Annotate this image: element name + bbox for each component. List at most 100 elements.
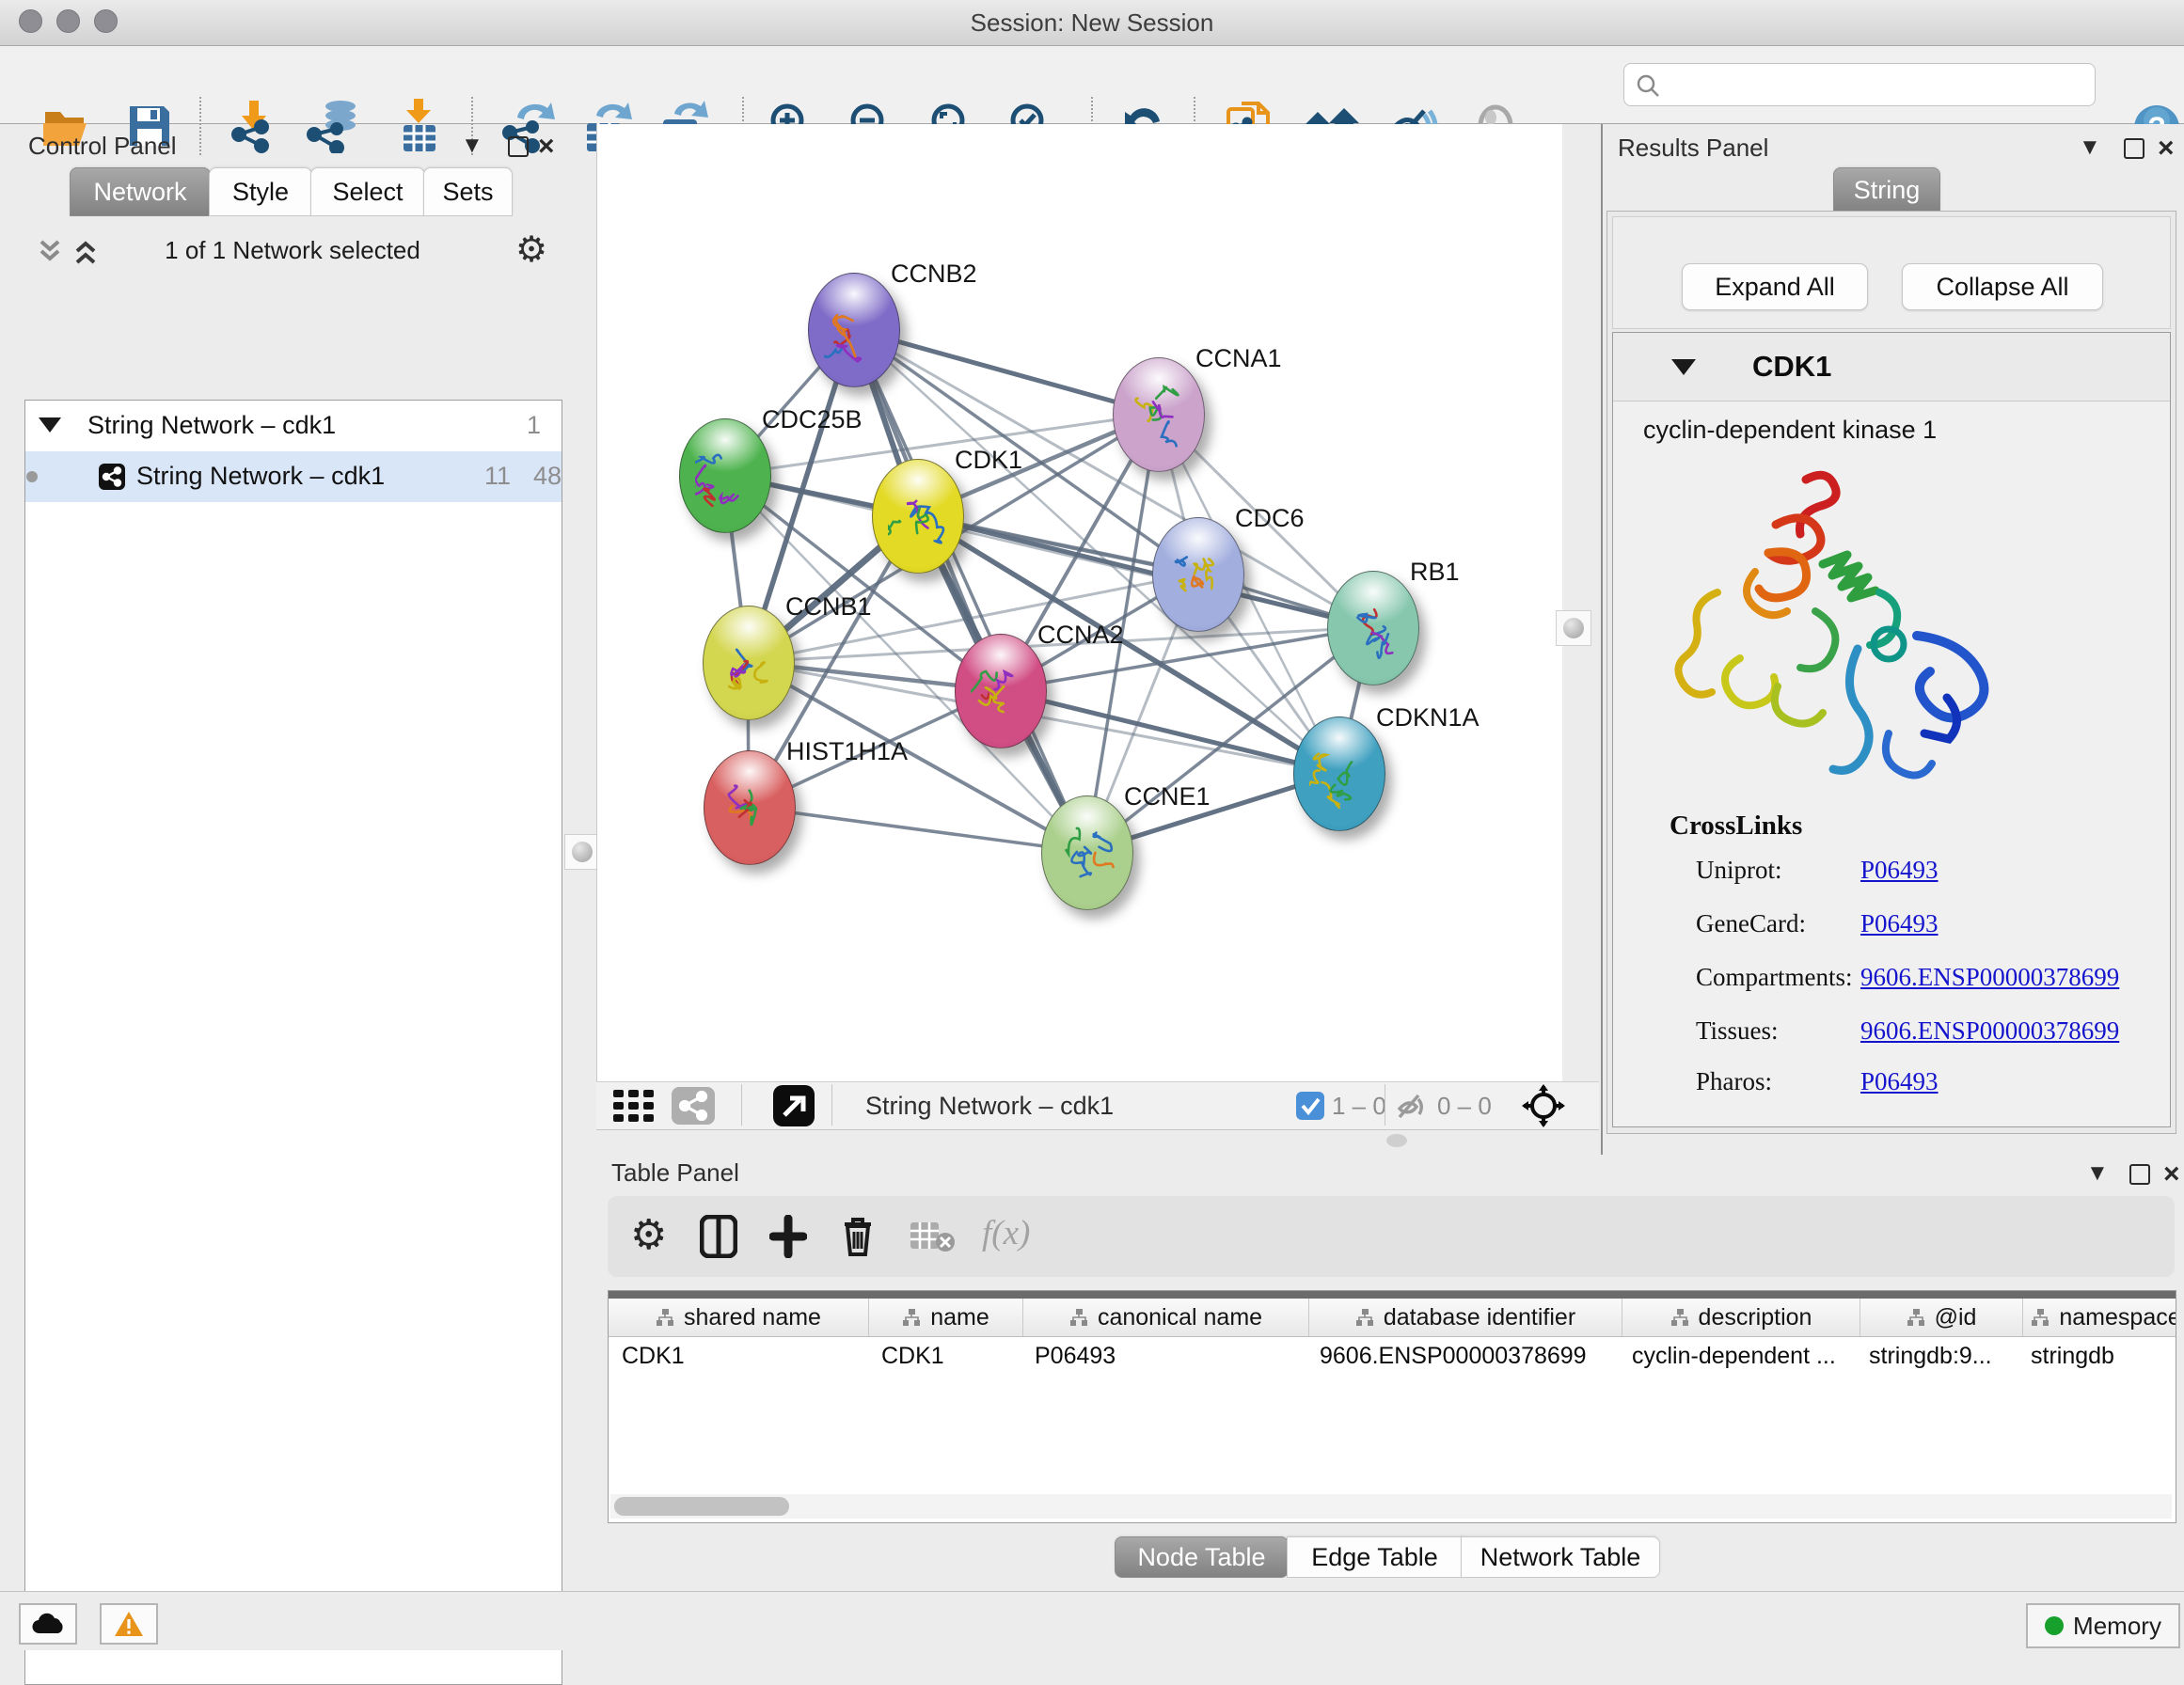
tissues-link[interactable]: 9606.ENSP00000378699: [1860, 1016, 2119, 1046]
birdseye-grid-icon[interactable]: [613, 1090, 657, 1122]
column-header-namespace[interactable]: namespace: [2023, 1299, 2176, 1336]
protein-node-cdkn1a[interactable]: [1293, 717, 1385, 831]
tree-expander-icon[interactable]: [39, 417, 61, 433]
table-panel-close-icon[interactable]: ×: [2163, 1158, 2180, 1190]
crosslink-row: Compartments:9606.ENSP00000378699: [1613, 963, 2170, 1016]
search-icon: [1636, 73, 1660, 98]
network-tree: String Network – cdk1 1 String Network –…: [24, 400, 562, 1685]
column-type-icon: [1670, 1308, 1689, 1327]
table-cell[interactable]: CDK1: [609, 1337, 868, 1375]
column-header-sharedname[interactable]: shared name: [609, 1299, 869, 1336]
search-input[interactable]: [1670, 67, 2087, 102]
tab-edge-table[interactable]: Edge Table: [1287, 1536, 1463, 1578]
network-tree-item-row[interactable]: String Network – cdk1 11 48: [25, 451, 562, 502]
network-share-icon[interactable]: [672, 1087, 715, 1125]
protein-node-ccna1[interactable]: [1113, 357, 1205, 472]
control-panel-close-icon[interactable]: ×: [538, 131, 555, 163]
protein-node-ccne1[interactable]: [1041, 795, 1133, 910]
genecard-link[interactable]: P06493: [1860, 909, 1939, 938]
delete-column-icon[interactable]: [839, 1213, 877, 1258]
column-header-canonicalname[interactable]: canonical name: [1023, 1299, 1309, 1336]
tab-string[interactable]: String: [1833, 167, 1940, 213]
control-panel-float-icon[interactable]: [508, 136, 529, 157]
table-cell[interactable]: cyclin-dependent ...: [1619, 1337, 1856, 1375]
add-column-icon[interactable]: [769, 1215, 807, 1258]
protein-node-ccnb1[interactable]: [703, 606, 795, 720]
table-panel-menu-icon[interactable]: ▼: [2086, 1160, 2109, 1187]
warning-status-button[interactable]: [100, 1603, 158, 1645]
protein-node-rb1[interactable]: [1327, 571, 1419, 685]
results-panel-float-icon[interactable]: [2124, 138, 2144, 159]
column-header-id[interactable]: @id: [1860, 1299, 2023, 1336]
column-header-description[interactable]: description: [1622, 1299, 1860, 1336]
column-type-icon: [2031, 1308, 2049, 1327]
protein-node-cdc25b[interactable]: [679, 418, 771, 533]
structure-thumbnail-icon: [971, 659, 1029, 729]
tab-sets[interactable]: Sets: [423, 167, 513, 216]
table-panel-float-icon[interactable]: [2129, 1164, 2150, 1185]
protein-card-header[interactable]: CDK1: [1613, 333, 2170, 402]
network-tree-group-row[interactable]: String Network – cdk1 1: [25, 401, 562, 451]
right-splitter-handle[interactable]: [1556, 610, 1591, 646]
table-toolbar: ⚙ f(x): [608, 1196, 2175, 1277]
search-box[interactable]: [1623, 63, 2096, 106]
tab-network-table[interactable]: Network Table: [1461, 1536, 1660, 1578]
memory-button[interactable]: Memory: [2026, 1603, 2180, 1648]
protein-node-cdk1[interactable]: [872, 459, 964, 574]
compartments-link[interactable]: 9606.ENSP00000378699: [1860, 963, 2119, 992]
control-panel-title: Control Panel: [28, 132, 177, 161]
table-cell[interactable]: P06493: [1021, 1337, 1306, 1375]
left-splitter-handle[interactable]: [564, 834, 600, 870]
tab-network[interactable]: Network: [70, 167, 211, 216]
protein-node-hist1h1a[interactable]: [704, 750, 796, 865]
network-nodes-layer: CCNB2CCNA1CDC25BCDK1CDC6RB1CCNB1CCNA2CDK…: [597, 124, 1562, 1081]
column-header-databaseidentifier[interactable]: database identifier: [1309, 1299, 1622, 1336]
results-panel-close-icon[interactable]: ×: [2158, 133, 2175, 165]
collection-count: 1: [527, 411, 541, 440]
column-type-icon: [1355, 1308, 1374, 1327]
node-table[interactable]: shared namenamecanonical namedatabase id…: [608, 1290, 2176, 1523]
table-settings-gear-icon[interactable]: ⚙: [630, 1211, 667, 1259]
uniprot-link[interactable]: P06493: [1860, 856, 1939, 885]
protein-node-ccnb2[interactable]: [808, 273, 900, 387]
network-canvas[interactable]: CCNB2CCNA1CDC25BCDK1CDC6RB1CCNB1CCNA2CDK…: [596, 124, 1563, 1081]
cloud-status-button[interactable]: [19, 1603, 77, 1645]
table-row[interactable]: CDK1CDK1P064939606.ENSP00000378699cyclin…: [609, 1337, 2176, 1375]
network-selection-summary: 1 of 1 Network selected: [24, 236, 561, 265]
open-in-new-window-icon[interactable]: [773, 1085, 815, 1126]
column-header-name[interactable]: name: [869, 1299, 1023, 1336]
protein-node-ccna2[interactable]: [955, 634, 1047, 748]
pharos-link[interactable]: P06493: [1860, 1067, 1939, 1096]
expand-collapse-box: Expand All Collapse All: [1612, 216, 2171, 329]
tab-node-table[interactable]: Node Table: [1115, 1536, 1289, 1578]
node-label: CDK1: [955, 446, 1022, 475]
selected-counts: 1 – 0: [1332, 1092, 1386, 1121]
structure-thumbnail-icon: [1168, 543, 1227, 612]
results-panel-menu-icon[interactable]: ▼: [2079, 134, 2101, 161]
expand-all-button[interactable]: Expand All: [1682, 263, 1868, 310]
collapse-all-button[interactable]: Collapse All: [1902, 263, 2103, 310]
table-h-scrollbar[interactable]: [610, 1494, 2172, 1519]
table-cell[interactable]: stringdb: [2018, 1337, 2176, 1375]
structure-thumbnail-icon: [720, 776, 778, 845]
tab-select[interactable]: Select: [310, 167, 425, 216]
show-columns-icon[interactable]: [700, 1215, 737, 1258]
table-cell[interactable]: stringdb:9...: [1856, 1337, 2018, 1375]
crosslinks-heading: CrossLinks: [1670, 811, 1802, 842]
table-cell[interactable]: 9606.ENSP00000378699: [1306, 1337, 1619, 1375]
tab-style[interactable]: Style: [209, 167, 312, 216]
node-label: CCNE1: [1124, 782, 1211, 811]
control-panel-menu-icon[interactable]: ▼: [461, 133, 483, 159]
structure-thumbnail-icon: [719, 631, 777, 701]
selected-checkbox-icon[interactable]: [1296, 1092, 1324, 1120]
cloud-icon: [32, 1613, 64, 1635]
collapse-card-icon[interactable]: [1671, 359, 1696, 375]
scrollbar-thumb[interactable]: [614, 1497, 789, 1516]
status-bar: Memory: [0, 1591, 2184, 1650]
warning-icon: [114, 1611, 144, 1637]
table-panel-title: Table Panel: [611, 1158, 739, 1188]
network-options-gear-icon[interactable]: ⚙: [515, 228, 547, 271]
protein-node-cdc6[interactable]: [1152, 517, 1244, 632]
fit-selected-crosshair-icon[interactable]: [1522, 1084, 1565, 1127]
table-cell[interactable]: CDK1: [868, 1337, 1021, 1375]
